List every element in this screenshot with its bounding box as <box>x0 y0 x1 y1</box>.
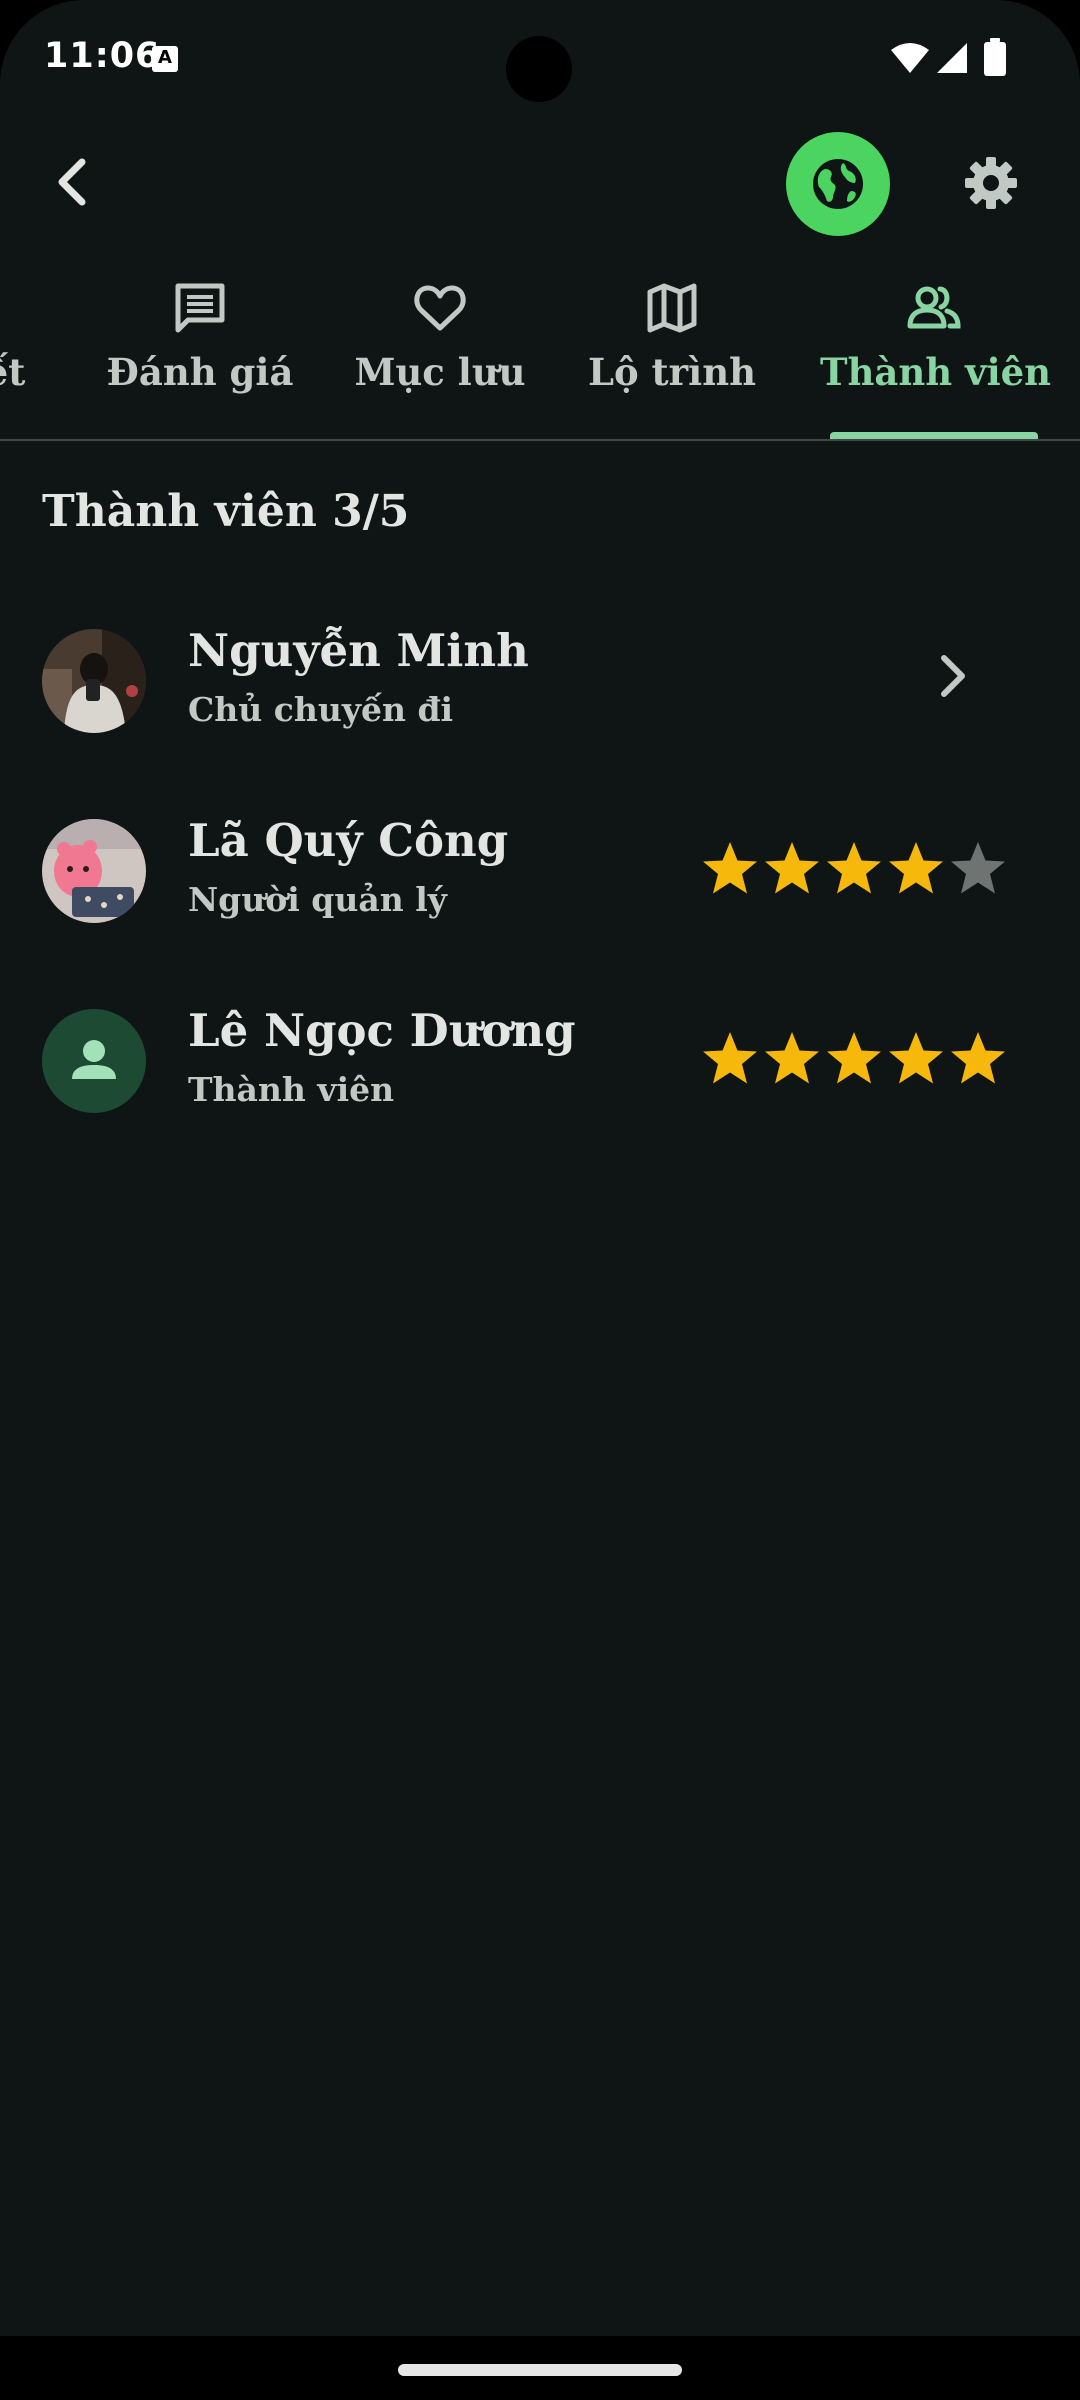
star-filled-icon[interactable] <box>824 1029 884 1089</box>
app-screen: 11:06 A t Đánh giá Mục lưu Lộ trình Thàn… <box>0 0 1080 2336</box>
tab-reviews[interactable]: Đánh giá <box>100 270 300 440</box>
tab-itinerary[interactable]: Lộ trình <box>572 270 772 440</box>
group-icon <box>907 286 961 329</box>
person-icon <box>72 1040 116 1079</box>
settings-button[interactable] <box>958 150 1024 216</box>
wifi-icon <box>891 43 929 73</box>
signal-icon <box>937 43 967 73</box>
star-filled-icon[interactable] <box>886 1029 946 1089</box>
star-filled-icon[interactable] <box>762 1029 822 1089</box>
star-filled-icon[interactable] <box>700 1029 760 1089</box>
battery-icon <box>984 38 1006 76</box>
gesture-handle[interactable] <box>398 2364 682 2376</box>
chevron-right-icon <box>941 655 965 697</box>
member-role: Chủ chuyến đi <box>188 690 454 729</box>
member-role: Người quản lý <box>188 880 447 919</box>
gear-icon <box>965 157 1017 209</box>
globe-icon <box>813 159 863 209</box>
camera-cutout <box>506 36 572 102</box>
star-filled-icon[interactable] <box>700 839 760 899</box>
star-filled-icon[interactable] <box>762 839 822 899</box>
tab-label: Mục lưu <box>354 350 526 394</box>
arrow-back-icon <box>58 158 86 206</box>
tab-label: ết <box>0 350 26 394</box>
star-empty-icon[interactable] <box>948 839 1008 899</box>
star-filled-icon[interactable] <box>948 1029 1008 1089</box>
tab-members[interactable]: Thành viên <box>820 270 1052 440</box>
tab-details[interactable]: ết <box>0 270 50 440</box>
member-name: Lê Ngọc Dương <box>188 1004 576 1057</box>
star-filled-icon[interactable] <box>886 839 946 899</box>
heart-icon <box>414 285 466 331</box>
star-filled-icon[interactable] <box>824 839 884 899</box>
member-row[interactable]: Lã Quý Công Người quản lý <box>0 806 1080 936</box>
member-rating[interactable] <box>700 839 1020 903</box>
avatar <box>42 629 146 733</box>
tab-divider <box>0 439 1080 441</box>
chat-icon <box>175 283 225 333</box>
tab-saved[interactable]: Mục lưu <box>340 270 540 440</box>
public-trip-button[interactable] <box>786 132 890 236</box>
avatar <box>42 819 146 923</box>
member-name: Nguyễn Minh <box>188 624 529 677</box>
members-count-title: Thành viên 3/5 <box>42 486 410 537</box>
tab-label: Đánh giá <box>106 350 294 394</box>
map-icon <box>647 283 697 333</box>
tab-label: Lộ trình <box>587 350 757 394</box>
member-rating[interactable] <box>700 1029 1020 1093</box>
tab-bar: ết Đánh giá Mục lưu Lộ trình <box>0 270 1080 440</box>
notification-a-icon: A <box>152 46 178 72</box>
back-button[interactable] <box>40 150 104 214</box>
member-row[interactable]: Lê Ngọc Dương Thành viên <box>0 996 1080 1126</box>
tab-label: Thành viên <box>820 350 1052 394</box>
member-role: Thành viên <box>188 1070 395 1109</box>
member-row[interactable]: Nguyễn Minh Chủ chuyến đi <box>0 616 1080 746</box>
avatar <box>42 1009 146 1113</box>
member-name: Lã Quý Công <box>188 814 509 867</box>
status-time: 11:06 <box>44 36 161 76</box>
